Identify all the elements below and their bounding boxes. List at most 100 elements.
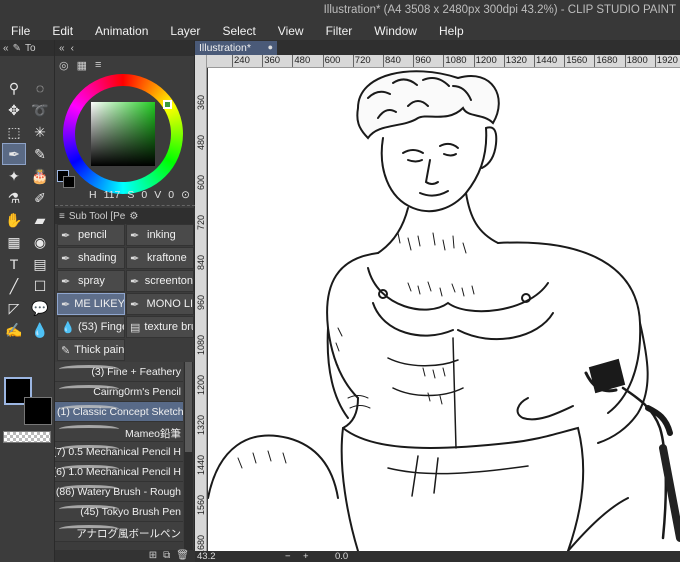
brush-list-item[interactable]: (3) Fine + Feathery [55,362,183,382]
brush-list-item[interactable]: (86) Watery Brush - Rough [55,482,183,502]
drop-tool-icon[interactable]: 💧 [28,319,52,341]
s-value[interactable]: 0 [141,189,147,201]
sub-color-swatch[interactable] [24,397,52,425]
ruler-label: 1440 [196,455,206,476]
menu-animation[interactable]: Animation [84,22,159,40]
subtool-settings-icon[interactable]: ⚙ [129,211,138,222]
brush-list-item[interactable]: (7) 0.5 Mechanical Pencil H [55,442,183,462]
ruler-tick [443,55,445,67]
brush-list-item[interactable]: (1) Classic Concept Sketche [55,402,183,422]
decoration-tool-icon[interactable]: 🎂 [28,165,52,187]
color-mode-icon[interactable]: ⊙ [181,189,190,201]
move-tool-icon[interactable]: ✥ [2,99,26,121]
ruler-tool-icon[interactable]: ◸ [2,297,26,319]
menu-edit[interactable]: Edit [41,22,84,40]
balloon-tool-icon[interactable]: 💬 [28,297,52,319]
close-tab-icon[interactable]: ● [268,42,273,52]
object-tool-icon[interactable]: ⬚ [2,121,26,143]
sparkle-tool-icon[interactable]: ✦ [2,165,26,187]
menu-file[interactable]: File [0,22,41,40]
pen-tool-icon[interactable]: ✒ [2,143,26,165]
subtool-group[interactable]: ✎ Thick pain [57,339,125,361]
color-set-tab-icon[interactable]: ▦ [77,59,87,72]
blend-tool-icon[interactable]: ✋ [2,209,26,231]
lasso-icon[interactable]: ➰ [28,99,52,121]
menu-filter[interactable]: Filter [315,22,364,40]
text-tool-icon[interactable]: T [2,253,26,275]
mini-color-swatches[interactable] [57,170,75,188]
subtool-group[interactable]: ✒ spray [57,270,125,292]
pen-tab-icon[interactable]: ✎ [13,43,21,54]
zoom-value[interactable]: 43.2 [197,551,216,562]
subtool-group-grid: ✒ pencil ✒ inking ✒ shading ✒ kraftone ✒ spray ✒ sc… [57,224,195,361]
hue-marker[interactable] [163,100,172,109]
subtool-group[interactable]: ▤ texture bru [126,316,194,338]
zoom-in-icon[interactable]: + [303,551,309,562]
transparent-color-swatch[interactable] [3,431,51,443]
zoom-out-icon[interactable]: − [285,551,291,562]
main-sub-color[interactable] [2,375,54,430]
subtool-header: ≡ Sub Tool [Pe ⚙ [55,208,195,224]
menu-window[interactable]: Window [363,22,428,40]
fill-bucket-icon[interactable]: ◉ [28,231,52,253]
collapse-icon[interactable]: « [59,43,65,54]
delete-subtool-icon[interactable]: 🗑 [176,550,189,562]
line-tool-icon[interactable]: ╱ [2,275,26,297]
brush-label: (7) 0.5 Mechanical Pencil H [55,446,181,458]
rotation-value[interactable]: 0.0 [335,551,348,562]
subtool-group-label: texture bru [144,321,194,333]
eraser-icon[interactable]: ▰ [28,209,52,231]
correct-line-icon[interactable]: ✍ [2,319,26,341]
menu-view[interactable]: View [267,22,315,40]
vertical-ruler: 360 480 600 720 840 960 1080 1200 1320 1440 1560 16… [195,55,207,551]
airbrush-icon[interactable]: ✐ [28,187,52,209]
ruler-tick [564,55,566,67]
subtool-group[interactable]: ✒ shading [57,247,125,269]
menu-icon[interactable]: ≡ [59,211,65,222]
menu-select[interactable]: Select [211,22,266,40]
s-label: S [127,189,135,201]
gradient-icon[interactable]: ▤ [28,253,52,275]
h-label: H [89,189,97,201]
menu-layer[interactable]: Layer [159,22,211,40]
pencil-tool-icon[interactable]: ✎ [28,143,52,165]
subtool-group[interactable]: ✒ ME LIKEY [57,293,125,315]
brush-list-item[interactable]: Mameo鉛筆 [55,422,183,442]
v-value[interactable]: 0 [168,189,174,201]
window-title: Illustration* (A4 3508 x 2480px 300dpi 4… [323,4,676,16]
brush-list-item[interactable]: アナログ風ボールペン [55,522,183,542]
back-arrow-icon[interactable]: ‹ [71,43,74,54]
ruler-tick [413,55,415,67]
lasso-select-icon[interactable]: ◌ [28,77,52,99]
color-slider-tab-icon[interactable]: ≡ [95,59,101,72]
subtool-group[interactable]: ✒ pencil [57,224,125,246]
canvas[interactable] [208,68,680,551]
ruler-label: 600 [196,175,206,191]
add-subtool-icon[interactable]: ⊞ [149,550,157,562]
color-wheel[interactable] [63,74,183,194]
zoom-tool-icon[interactable]: ⚲ [2,77,26,99]
menu-help[interactable]: Help [428,22,475,40]
brush-list-item[interactable]: (45) Tokyo Brush Pen [55,502,183,522]
document-tab-bar: Illustration* ● [195,40,680,55]
subtool-group[interactable]: 💧 (53) Finge [57,316,125,338]
h-value[interactable]: 117 [104,189,121,201]
subtool-group[interactable]: ✒ screenton [126,270,194,292]
brush-stroke-preview [59,425,119,433]
ruler-tick [654,55,656,67]
magic-wand-icon[interactable]: ✳ [28,121,52,143]
subtool-group[interactable]: ✒ inking [126,224,194,246]
frame-tool-icon[interactable]: ▦ [2,231,26,253]
brush-list-scrollbar[interactable] [184,362,193,552]
copy-subtool-icon[interactable]: ⧉ [163,550,170,562]
color-wheel-tab-icon[interactable]: ◎ [59,59,69,72]
document-tab[interactable]: Illustration* ● [195,41,277,55]
brush-list-item[interactable]: (6) 1.0 Mechanical Pencil H [55,462,183,482]
collapse-icon[interactable]: « [3,43,9,54]
brush-list-item[interactable]: Cairng0rm's Pencil [55,382,183,402]
subtool-group[interactable]: ✒ MONO LI [126,293,194,315]
eyedropper-icon[interactable]: ⚗ [2,187,26,209]
figure-tool-icon[interactable]: ☐ [28,275,52,297]
saturation-value-square[interactable] [91,102,155,166]
subtool-group[interactable]: ✒ kraftone [126,247,194,269]
